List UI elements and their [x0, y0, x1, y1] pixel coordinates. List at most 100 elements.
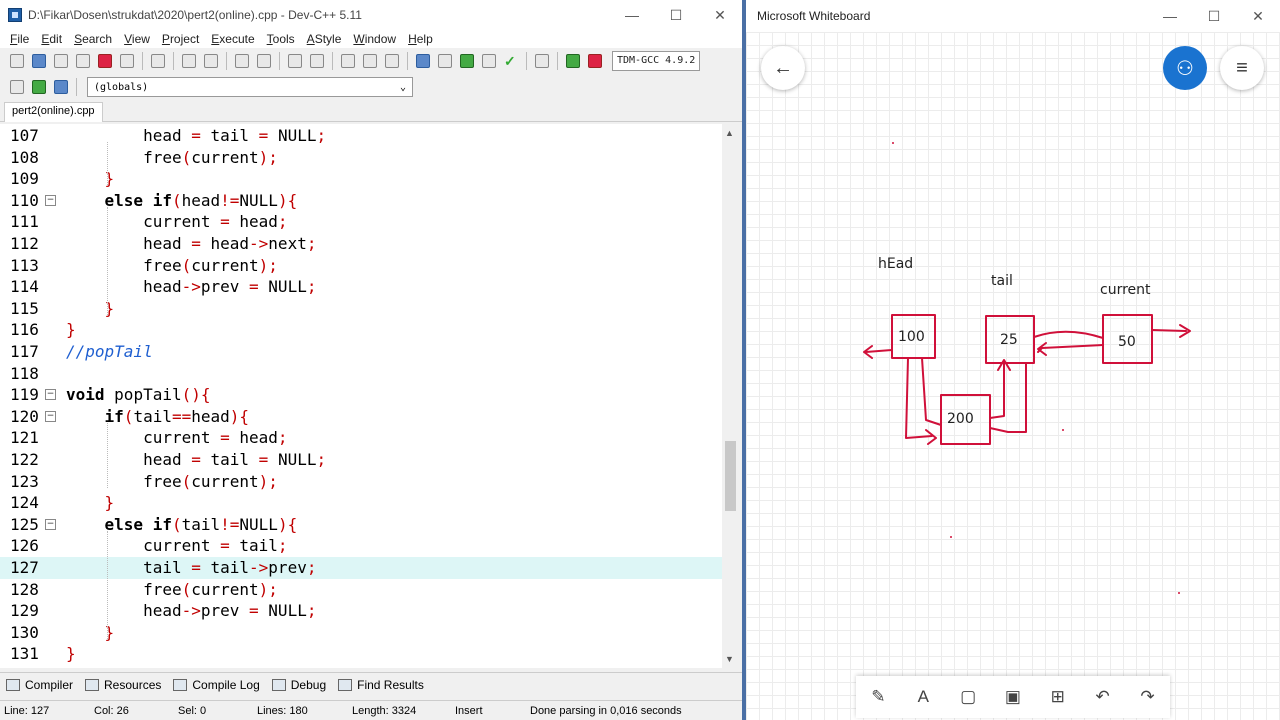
print-icon[interactable]: [151, 54, 165, 68]
window-icon[interactable]: [438, 54, 452, 68]
redo-icon[interactable]: ↷: [1132, 682, 1162, 712]
code-line[interactable]: 115 }: [0, 298, 722, 320]
stop-icon[interactable]: [535, 54, 549, 68]
code-line[interactable]: 131}: [0, 643, 722, 665]
toolbar-separator: [76, 78, 77, 96]
code-line[interactable]: 117 //popTail: [0, 341, 722, 363]
menu-help[interactable]: Help: [402, 32, 439, 46]
menu-tools[interactable]: Tools: [261, 32, 301, 46]
code-line[interactable]: 128 free(current);: [0, 579, 722, 601]
code-line[interactable]: 130 }: [0, 622, 722, 644]
fold-toggle-icon[interactable]: −: [45, 194, 56, 206]
new-file-icon[interactable]: [10, 54, 24, 68]
code-line[interactable]: 119− void popTail(){: [0, 384, 722, 406]
insert-icon[interactable]: ⊞: [1043, 682, 1073, 712]
close-icon[interactable]: ✕: [698, 0, 742, 30]
scrollbar-thumb[interactable]: [725, 441, 736, 511]
line-number: 114: [10, 277, 39, 297]
devcpp-titlebar: D:\Fikar\Dosen\strukdat\2020\pert2(onlin…: [0, 0, 742, 30]
open-file-icon[interactable]: [32, 54, 46, 68]
fold-toggle-icon[interactable]: −: [45, 518, 56, 530]
close-all-icon[interactable]: [120, 54, 134, 68]
code-line[interactable]: 121 current = head;: [0, 427, 722, 449]
minimize-icon[interactable]: —: [610, 0, 654, 30]
code-line[interactable]: 107 head = tail = NULL;: [0, 125, 722, 147]
scope-select[interactable]: (globals) ⌄: [87, 77, 413, 97]
compiler-select[interactable]: TDM-GCC 4.9.2: [612, 51, 701, 71]
tab-file[interactable]: pert2(online).cpp: [4, 102, 103, 122]
new-project-icon[interactable]: [416, 54, 430, 68]
code-line[interactable]: 109 }: [0, 168, 722, 190]
code-token: );: [258, 255, 278, 275]
bookmark-icon[interactable]: [54, 80, 68, 94]
bottom-tab-compile-log[interactable]: Compile Log: [173, 678, 260, 692]
menu-file[interactable]: File: [4, 32, 35, 46]
bottom-tab-resources[interactable]: Resources: [85, 678, 161, 692]
scroll-up-icon[interactable]: ▲: [725, 128, 734, 138]
status-mode: Insert: [455, 705, 483, 717]
menu-view[interactable]: View: [118, 32, 156, 46]
code-line[interactable]: 124 }: [0, 492, 722, 514]
check-icon[interactable]: ✓: [504, 54, 518, 68]
code-editor[interactable]: 107 head = tail = NULL; 108 free(current)…: [0, 124, 722, 668]
undo-icon[interactable]: [182, 54, 196, 68]
code-line[interactable]: 111 current = head;: [0, 211, 722, 233]
code-line[interactable]: 112 head = head->next;: [0, 233, 722, 255]
menu-astyle[interactable]: AStyle: [301, 32, 348, 46]
code-token: current: [191, 147, 259, 167]
code-line[interactable]: 120− if(tail==head){: [0, 406, 722, 428]
bookmark-next-icon[interactable]: [363, 54, 377, 68]
save-icon[interactable]: [54, 54, 68, 68]
goto-icon[interactable]: [385, 54, 399, 68]
indent-icon[interactable]: [288, 54, 302, 68]
bookmark-prev-icon[interactable]: [341, 54, 355, 68]
menu-window[interactable]: Window: [347, 32, 402, 46]
class-browser-icon[interactable]: [10, 80, 24, 94]
compile-icon[interactable]: [460, 54, 474, 68]
code-line[interactable]: 126 current = tail;: [0, 535, 722, 557]
sticky-note-icon[interactable]: ▢: [953, 682, 983, 712]
find-icon[interactable]: [235, 54, 249, 68]
code-line[interactable]: 108 free(current);: [0, 147, 722, 169]
code-line[interactable]: 129 head->prev = NULL;: [0, 600, 722, 622]
menu-search[interactable]: Search: [68, 32, 118, 46]
menu-icon[interactable]: ≡: [1220, 46, 1264, 90]
menu-project[interactable]: Project: [156, 32, 205, 46]
code-line[interactable]: 127 tail = tail->prev;: [0, 557, 722, 579]
code-line[interactable]: 113 free(current);: [0, 255, 722, 277]
code-line[interactable]: 114 head->prev = NULL;: [0, 276, 722, 298]
fold-toggle-icon[interactable]: −: [45, 410, 56, 422]
add-class-icon[interactable]: [32, 80, 46, 94]
arrow-200-to-25: [989, 359, 1011, 419]
bottom-tab-compiler[interactable]: Compiler: [6, 678, 73, 692]
pen-icon[interactable]: ✎: [863, 682, 893, 712]
user-icon[interactable]: ⚇: [1163, 46, 1207, 90]
code-line[interactable]: 118: [0, 363, 722, 385]
save-all-icon[interactable]: [76, 54, 90, 68]
chart-icon[interactable]: [566, 54, 580, 68]
editor-scrollbar[interactable]: ▲ ▼: [722, 124, 738, 668]
replace-icon[interactable]: [257, 54, 271, 68]
image-icon[interactable]: ▣: [998, 682, 1028, 712]
code-line[interactable]: 122 head = tail = NULL;: [0, 449, 722, 471]
bottom-tab-debug[interactable]: Debug: [271, 678, 326, 692]
menu-execute[interactable]: Execute: [205, 32, 260, 46]
code-line[interactable]: 123 free(current);: [0, 471, 722, 493]
bottom-tab-find-results[interactable]: Find Results: [338, 678, 424, 692]
code-line[interactable]: 116}: [0, 319, 722, 341]
maximize-icon[interactable]: ☐: [654, 0, 698, 30]
back-arrow-icon[interactable]: ←: [761, 46, 805, 90]
text-icon[interactable]: A: [908, 682, 938, 712]
undo-icon[interactable]: ↶: [1088, 682, 1118, 712]
run-icon[interactable]: [482, 54, 496, 68]
fold-toggle-icon[interactable]: −: [45, 389, 56, 401]
close-file-icon[interactable]: [98, 54, 112, 68]
scroll-down-icon[interactable]: ▼: [725, 654, 734, 664]
menu-edit[interactable]: Edit: [35, 32, 68, 46]
code-line[interactable]: 110− else if(head!=NULL){: [0, 190, 722, 212]
debug-icon[interactable]: [588, 54, 602, 68]
code-token: }: [104, 169, 115, 189]
code-line[interactable]: 125− else if(tail!=NULL){: [0, 514, 722, 536]
unindent-icon[interactable]: [310, 54, 324, 68]
redo-icon[interactable]: [204, 54, 218, 68]
